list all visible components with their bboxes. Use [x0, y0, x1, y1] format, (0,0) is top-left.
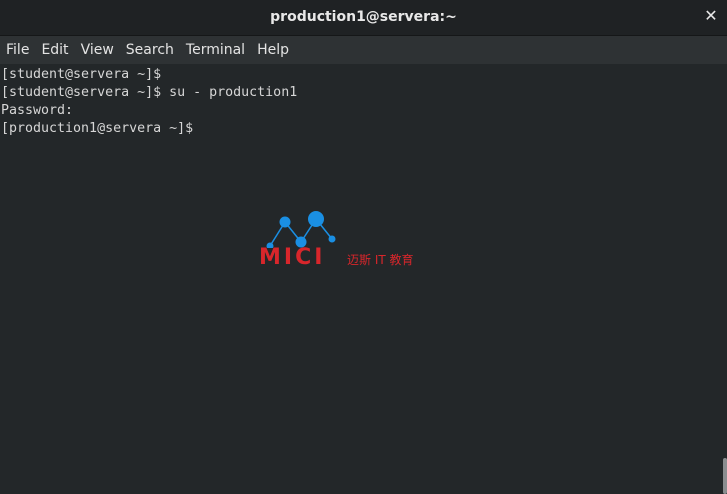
menu-edit[interactable]: Edit	[35, 36, 74, 64]
menu-file[interactable]: File	[0, 36, 35, 64]
terminal-line: Password:	[1, 103, 74, 118]
scrollbar-thumb[interactable]	[723, 458, 727, 494]
logo-brand-text: MICI	[259, 245, 326, 270]
logo-network-icon	[266, 211, 336, 248]
terminal-output[interactable]: [student@servera ~]$ [student@servera ~]…	[0, 64, 723, 494]
logo-subtitle: 迈斯 IT 教育	[347, 253, 414, 267]
menu-search[interactable]: Search	[120, 36, 180, 64]
close-icon[interactable]: ✕	[703, 7, 719, 25]
window-titlebar: production1@servera:~ ✕	[0, 0, 727, 36]
terminal-line: [student@servera ~]$ su - production1	[1, 85, 298, 100]
menu-terminal[interactable]: Terminal	[180, 36, 251, 64]
window-title: production1@servera:~	[270, 9, 457, 25]
terminal-line: [production1@servera ~]$	[1, 121, 194, 136]
terminal-line: [student@servera ~]$	[1, 67, 162, 82]
menu-view[interactable]: View	[75, 36, 120, 64]
menu-bar: File Edit View Search Terminal Help	[0, 36, 727, 64]
scrollbar[interactable]	[723, 64, 727, 494]
watermark-logo: MICI 迈斯 IT 教育	[258, 208, 438, 270]
menu-help[interactable]: Help	[251, 36, 295, 64]
